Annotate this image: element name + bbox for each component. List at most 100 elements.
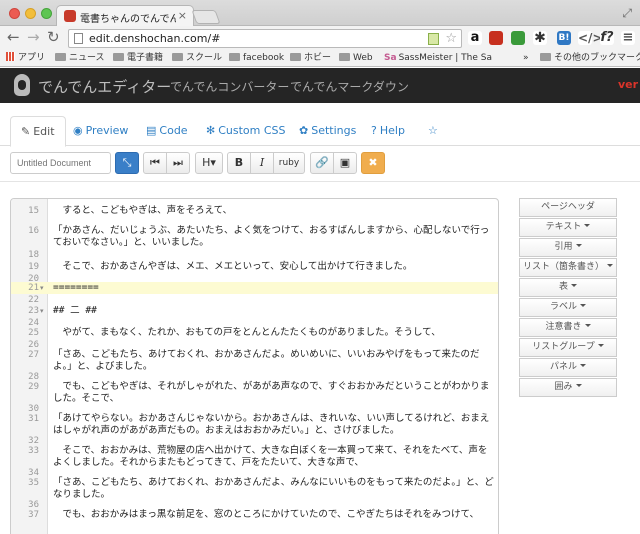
bookmark-ebooks[interactable]: 電子書籍 bbox=[113, 52, 163, 64]
editor-line[interactable]: 33 そこで、おおかみは、荒物屋の店へ出かけて、大きな白ぼくを一本買って来て、そ… bbox=[11, 445, 498, 469]
editor-line[interactable]: 27 「さあ、こどもたち、あけておくれ、おかあさんだよ。めいめいに、いいおみやげを… bbox=[11, 349, 498, 373]
snippet-panel-button[interactable]: パネル bbox=[519, 358, 617, 377]
hatena-bookmark-icon[interactable]: B! bbox=[557, 31, 571, 45]
snippet-table-button[interactable]: 表 bbox=[519, 278, 617, 297]
code-text: 「さあ、こどもたち、あけておくれ、おかあさんだよ。めいめいに、いいおみやげをもっ… bbox=[53, 349, 480, 372]
url-text[interactable]: edit.denshochan.com/# bbox=[89, 32, 220, 45]
editor-line[interactable]: 16 「かあさん、だいじょうぶ、あたいたち、よく気をつけて、おるすばんしますから、… bbox=[11, 225, 498, 249]
heading-dropdown[interactable]: H▾ bbox=[195, 152, 223, 174]
brand-title[interactable]: でんでんエディター bbox=[38, 76, 171, 97]
snippet-list-group-button[interactable]: リストグループ bbox=[519, 338, 617, 357]
bookmark-other[interactable]: その他のブックマーク bbox=[540, 52, 640, 64]
editor-line[interactable]: 37 でも、おおかみはまっ黒な前足を、窓のところにかけていたので、こやぎたちはそ… bbox=[11, 509, 498, 533]
snippet-text-button[interactable]: テキスト bbox=[519, 218, 617, 237]
clear-button[interactable]: ✖ bbox=[361, 152, 385, 174]
address-bar[interactable]: edit.denshochan.com/# ☆ bbox=[68, 29, 462, 48]
snippet-list-button[interactable]: リスト（箇条書き） bbox=[519, 258, 617, 277]
line-number: 27 bbox=[28, 350, 39, 360]
green-extension-icon[interactable] bbox=[511, 31, 525, 45]
markdown-editor[interactable]: 15 すると、こどもやぎは、声をそろえて、 16 「かあさん、だいじょうぶ、あたいた… bbox=[10, 198, 499, 534]
editor-line[interactable]: 24 bbox=[11, 317, 498, 328]
prev-button[interactable]: ⏮ bbox=[143, 152, 167, 174]
bookmarks-more-button[interactable]: » bbox=[523, 52, 529, 64]
next-button[interactable]: ⏭ bbox=[166, 152, 190, 174]
bookmark-hobby[interactable]: ホビー bbox=[290, 52, 331, 64]
editor-line[interactable]: 34 bbox=[11, 467, 498, 478]
tab-favorite[interactable]: ☆ bbox=[418, 116, 451, 146]
window-minimize-button[interactable] bbox=[25, 8, 36, 19]
editor-line[interactable]: 30 bbox=[11, 403, 498, 414]
nav-link-converter[interactable]: でんでんコンバーター bbox=[170, 78, 289, 95]
denden-logo-icon[interactable] bbox=[14, 74, 30, 96]
editor-line[interactable]: 36 bbox=[11, 499, 498, 510]
skip-back-icon: ⏮ bbox=[150, 156, 160, 169]
new-tab-button[interactable] bbox=[191, 10, 221, 24]
editor-line[interactable]: 28 bbox=[11, 371, 498, 382]
fold-caret-icon[interactable]: ▾ bbox=[40, 284, 44, 292]
editor-line[interactable]: 35 「さあ、こどもたち、あけておくれ、おかあさんだよ、みんなにいいものをもって来… bbox=[11, 477, 498, 501]
editor-line[interactable]: 26 bbox=[11, 339, 498, 350]
snippet-quote-button[interactable]: 引用 bbox=[519, 238, 617, 257]
snippet-page-header-button[interactable]: ページヘッダ bbox=[519, 198, 617, 217]
window-zoom-button[interactable] bbox=[41, 8, 52, 19]
editor-line[interactable]: 21 ▾ ======== bbox=[11, 282, 498, 294]
line-number: 21 bbox=[28, 283, 39, 293]
expand-button[interactable]: ⤡ bbox=[115, 152, 139, 174]
tab-close-icon[interactable]: × bbox=[178, 9, 187, 22]
bookmark-news[interactable]: ニュース bbox=[55, 52, 105, 64]
function-extension-icon[interactable]: f? bbox=[600, 31, 614, 45]
nav-link-markdown[interactable]: でんでんマークダウン bbox=[290, 78, 409, 95]
fold-caret-icon[interactable]: ▾ bbox=[40, 307, 44, 315]
code-text: ## 二 ## bbox=[53, 305, 97, 316]
back-button[interactable]: ← bbox=[7, 29, 20, 46]
editor-line[interactable]: 19 そこで、おかあさんやぎは、メエ、メエといって、安心して出かけて行きました。 bbox=[11, 261, 498, 273]
italic-button[interactable]: I bbox=[250, 152, 274, 174]
tab-help[interactable]: ? Help bbox=[361, 116, 415, 146]
forward-button[interactable]: → bbox=[27, 29, 40, 46]
window-close-button[interactable] bbox=[9, 8, 20, 19]
bookmark-web[interactable]: Web bbox=[339, 52, 373, 64]
editor-line[interactable]: 18 bbox=[11, 249, 498, 261]
menu-icon[interactable]: ≡ bbox=[621, 31, 635, 45]
line-number: 35 bbox=[28, 478, 39, 488]
bookmark-sassmeister[interactable]: Sa SassMeister | The Sa bbox=[384, 52, 506, 64]
tab-custom-css[interactable]: ✻ Custom CSS bbox=[196, 116, 296, 146]
page-action-icon[interactable] bbox=[428, 33, 439, 45]
tab-preview[interactable]: ◉ Preview bbox=[63, 116, 138, 146]
bold-button[interactable]: B bbox=[227, 152, 251, 174]
editor-line[interactable]: 20 bbox=[11, 273, 498, 284]
tab-settings[interactable]: ✿ Settings bbox=[289, 116, 366, 146]
tab-edit[interactable]: ✎ Edit bbox=[10, 116, 66, 147]
link-button[interactable]: 🔗 bbox=[310, 152, 334, 174]
folder-icon bbox=[339, 53, 350, 61]
reload-button[interactable]: ↻ bbox=[47, 29, 60, 46]
image-button[interactable]: ▣ bbox=[333, 152, 357, 174]
red-extension-icon[interactable] bbox=[489, 31, 503, 45]
fullscreen-icon[interactable]: ⤢ bbox=[622, 6, 632, 21]
snippet-label-button[interactable]: ラベル bbox=[519, 298, 617, 317]
editor-line[interactable]: 22 bbox=[11, 294, 498, 305]
document-name-input[interactable] bbox=[10, 152, 111, 174]
browser-tab[interactable]: 電書ちゃんのでんでんエデ × bbox=[56, 5, 194, 27]
code-extension-icon[interactable]: </> bbox=[578, 31, 603, 45]
editor-line[interactable]: 23 ▾ ## 二 ## bbox=[11, 305, 498, 317]
code-text: でも、こどもやぎは、それがしゃがれた、があがあ声なので、すぐおおかみだということ… bbox=[53, 381, 490, 404]
ruby-button[interactable]: ruby bbox=[273, 152, 305, 174]
snippet-box-button[interactable]: 囲み bbox=[519, 378, 617, 397]
caret-down-icon bbox=[580, 304, 586, 307]
bookmark-apps[interactable]: アプリ bbox=[6, 52, 45, 64]
snippet-notice-button[interactable]: 注意書き bbox=[519, 318, 617, 337]
amazon-extension-icon[interactable]: a bbox=[468, 31, 482, 45]
editor-line[interactable]: 32 bbox=[11, 435, 498, 446]
editor-line[interactable]: 15 すると、こどもやぎは、声をそろえて、 bbox=[11, 205, 498, 217]
folder-icon bbox=[540, 53, 551, 61]
bookmark-star-icon[interactable]: ☆ bbox=[445, 31, 457, 46]
editor-line[interactable]: 31 「あけてやらない。おかあさんじゃないから。おかあさんは、きれいな、いい声して… bbox=[11, 413, 498, 437]
bookmark-facebook[interactable]: facebook bbox=[229, 52, 284, 64]
editor-line[interactable]: 25 やがて、まもなく、たれか、おもての戸をとんとんたたくものがありました。そう… bbox=[11, 327, 498, 339]
gear-extension-icon[interactable]: ✱ bbox=[533, 31, 547, 45]
tab-code[interactable]: ▤ Code bbox=[136, 116, 198, 146]
bookmark-school[interactable]: スクール bbox=[172, 52, 222, 64]
line-number: 31 bbox=[28, 414, 39, 424]
editor-line[interactable]: 29 でも、こどもやぎは、それがしゃがれた、があがあ声なので、すぐおおかみだとい… bbox=[11, 381, 498, 405]
